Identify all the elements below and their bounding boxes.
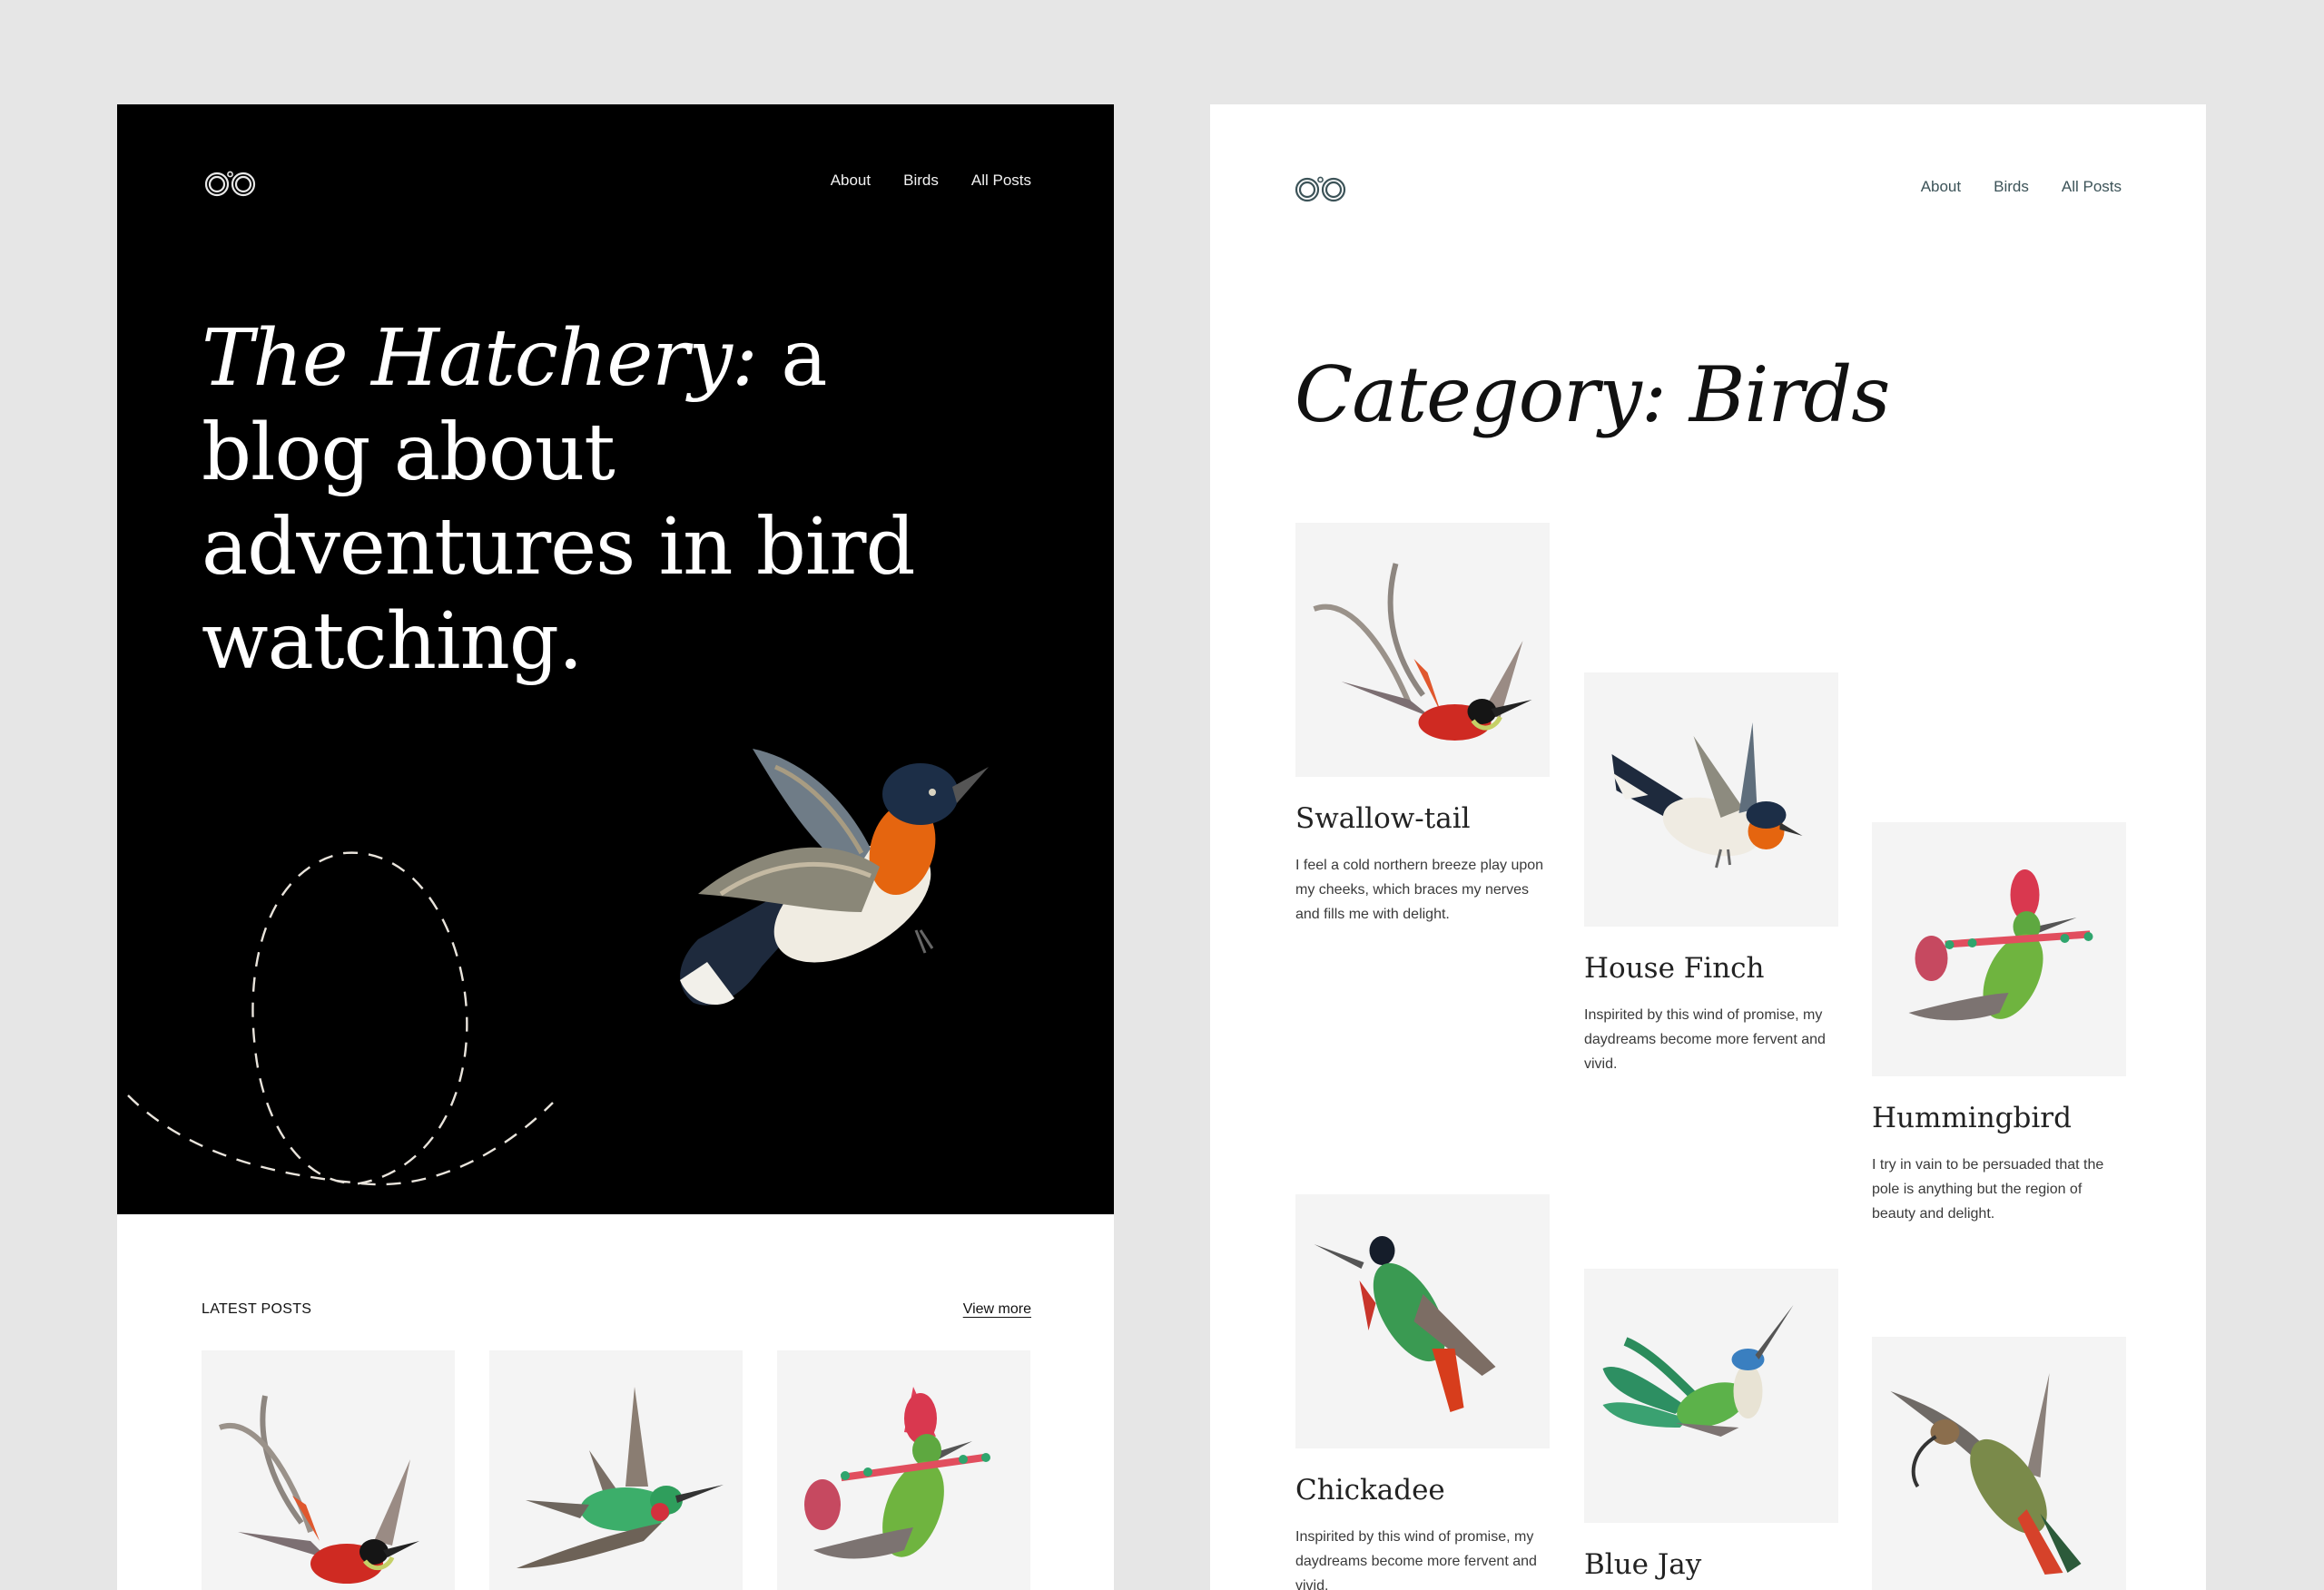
- hero-section: About Birds All Posts The Hatchery: a bl…: [117, 104, 1114, 1214]
- home-page-preview: About Birds All Posts The Hatchery: a bl…: [117, 104, 1114, 1590]
- post-card: House Finch Inspirited by this wind of p…: [1584, 672, 1838, 1076]
- site-logo[interactable]: [1295, 175, 1347, 202]
- post-title[interactable]: Chickadee: [1295, 1470, 1550, 1510]
- post-card: [1872, 1337, 2126, 1590]
- main-nav: About Birds All Posts: [1921, 178, 2122, 196]
- category-page-preview: About Birds All Posts Category: Birds Sw…: [1210, 104, 2206, 1590]
- binoculars-icon: [204, 171, 256, 197]
- hero-title-italic: The Hatchery:: [202, 313, 758, 404]
- nav-all-posts[interactable]: All Posts: [971, 172, 1031, 190]
- swallow-tail-illustration: [218, 1395, 419, 1584]
- post-card: Chickadee Inspirited by this wind of pro…: [1295, 1194, 1550, 1590]
- post-title[interactable]: House Finch: [1584, 948, 1838, 988]
- latest-posts-list: [202, 1350, 1030, 1590]
- post-excerpt: I try in vain to be persuaded that the p…: [1872, 1157, 2104, 1222]
- crested-hummingbird-illustration: [1908, 869, 2093, 1021]
- swallow-tail-illustration: [1313, 563, 1532, 741]
- post-card: Hummingbird I try in vain to be persuade…: [1872, 822, 2126, 1226]
- green-hummingbird-illustration: [517, 1387, 724, 1568]
- post-thumbnail[interactable]: [1584, 1269, 1838, 1523]
- main-nav: About Birds All Posts: [831, 172, 1031, 190]
- post-excerpt: Inspirited by this wind of promise, my d…: [1584, 1007, 1826, 1072]
- post-thumbnail[interactable]: [1295, 523, 1550, 777]
- nav-birds[interactable]: Birds: [1994, 178, 2029, 196]
- nav-all-posts[interactable]: All Posts: [2062, 178, 2122, 196]
- post-title[interactable]: Swallow-tail: [1295, 799, 1550, 839]
- latest-post-card[interactable]: [202, 1350, 455, 1590]
- post-title[interactable]: Blue Jay: [1584, 1545, 1838, 1585]
- blue-crested-hummingbird-illustration: [1602, 1305, 1794, 1437]
- nav-birds[interactable]: Birds: [903, 172, 939, 190]
- post-thumbnail[interactable]: [1295, 1194, 1550, 1448]
- latest-posts-label: LATEST POSTS: [202, 1301, 312, 1317]
- post-thumbnail[interactable]: [1584, 672, 1838, 927]
- post-title[interactable]: Hummingbird: [1872, 1098, 2126, 1138]
- post-excerpt: I feel a cold northern breeze play upon …: [1295, 858, 1544, 922]
- latest-post-card[interactable]: [777, 1350, 1030, 1590]
- post-thumbnail[interactable]: [1872, 822, 2126, 1076]
- post-thumbnail[interactable]: [1872, 1337, 2126, 1590]
- latest-post-card[interactable]: [489, 1350, 743, 1590]
- nav-about[interactable]: About: [831, 172, 871, 190]
- view-more-link[interactable]: View more: [963, 1301, 1031, 1318]
- sicklebill-hummingbird-illustration: [1890, 1373, 2082, 1575]
- flycatcher-bird-illustration: [1611, 722, 1803, 869]
- nav-about[interactable]: About: [1921, 178, 1961, 196]
- category-title: Category: Birds: [1295, 350, 1890, 439]
- site-logo[interactable]: [204, 170, 257, 197]
- chickadee-illustration: [1314, 1236, 1496, 1412]
- dashed-flight-path: [127, 851, 554, 1186]
- flycatcher-bird-illustration: [680, 749, 989, 1006]
- post-excerpt: Inspirited by this wind of promise, my d…: [1295, 1529, 1537, 1590]
- post-card: Blue Jay: [1584, 1269, 1838, 1590]
- post-card: Swallow-tail I feel a cold northern bree…: [1295, 523, 1550, 927]
- crested-hummingbird-illustration: [804, 1387, 990, 1559]
- binoculars-icon: [1295, 176, 1346, 202]
